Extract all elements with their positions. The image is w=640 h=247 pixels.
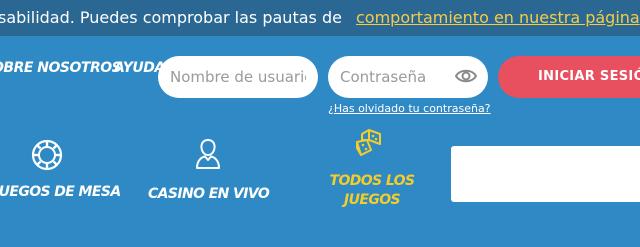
white-panel: [451, 146, 640, 202]
banner-text: sabilidad. Puedes comprobar las pautas d…: [0, 8, 342, 27]
category-all-games[interactable]: Todos los juegos: [320, 128, 424, 210]
nav-about-us[interactable]: obre Nosotros: [0, 60, 122, 76]
dealer-person-icon: [196, 138, 220, 169]
login-button[interactable]: INICIAR SESIÓN: [498, 56, 640, 98]
poker-chip-icon: [31, 139, 63, 171]
page: sabilidad. Puedes comprobar las pautas d…: [0, 0, 640, 247]
category-label: Todos los juegos: [329, 173, 416, 208]
category-label: Juegos de Mesa: [0, 184, 121, 200]
category-label: Casino en Vivo: [148, 186, 270, 202]
nav-help[interactable]: Ayuda: [114, 60, 165, 76]
category-table-games[interactable]: Juegos de Mesa: [0, 138, 121, 200]
dice-icon: [356, 129, 381, 156]
eye-icon[interactable]: [454, 66, 478, 86]
category-live-casino[interactable]: Casino en Vivo: [148, 138, 270, 202]
behavior-guidelines-link[interactable]: comportamiento en nuestra página: [356, 0, 640, 36]
forgot-password-link[interactable]: ¿Has olvidado tu contraseña?: [328, 102, 491, 115]
responsible-gaming-banner: sabilidad. Puedes comprobar las pautas d…: [0, 0, 640, 36]
username-input[interactable]: [158, 56, 318, 98]
